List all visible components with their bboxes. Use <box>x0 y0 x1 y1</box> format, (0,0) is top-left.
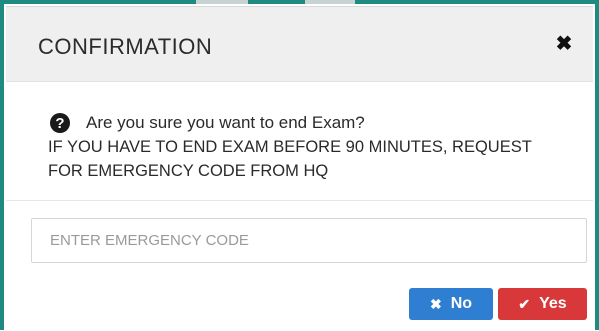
x-icon: ✖ <box>429 295 442 312</box>
confirmation-dialog: CONFIRMATION ✖ ? Are you sure you want t… <box>6 6 593 331</box>
top-accent-segment <box>196 0 248 4</box>
close-icon[interactable]: ✖ <box>553 33 575 55</box>
yes-button[interactable]: ✔ Yes <box>498 288 587 320</box>
left-accent-bar <box>0 4 4 330</box>
warning-text-line2: FOR EMERGENCY CODE FROM HQ <box>48 162 329 180</box>
question-text: Are you sure you want to end Exam? <box>86 113 365 132</box>
no-button-label: No <box>450 295 473 312</box>
top-accent-segment <box>305 0 355 4</box>
right-accent-bar <box>595 4 599 330</box>
check-icon: ✔ <box>518 295 531 312</box>
dialog-header: CONFIRMATION ✖ <box>6 7 593 82</box>
dialog-title: CONFIRMATION <box>38 34 213 59</box>
warning-text-line1: IF YOU HAVE TO END EXAM BEFORE 90 MINUTE… <box>48 138 532 156</box>
yes-button-label: Yes <box>539 295 567 312</box>
no-button[interactable]: ✖ No <box>409 288 493 320</box>
dialog-body: ? Are you sure you want to end Exam? IF … <box>6 82 593 201</box>
question-row: ? Are you sure you want to end Exam? <box>50 113 365 133</box>
emergency-code-input[interactable] <box>31 218 587 263</box>
question-circle-icon: ? <box>50 113 70 133</box>
top-accent-bar <box>0 0 599 4</box>
